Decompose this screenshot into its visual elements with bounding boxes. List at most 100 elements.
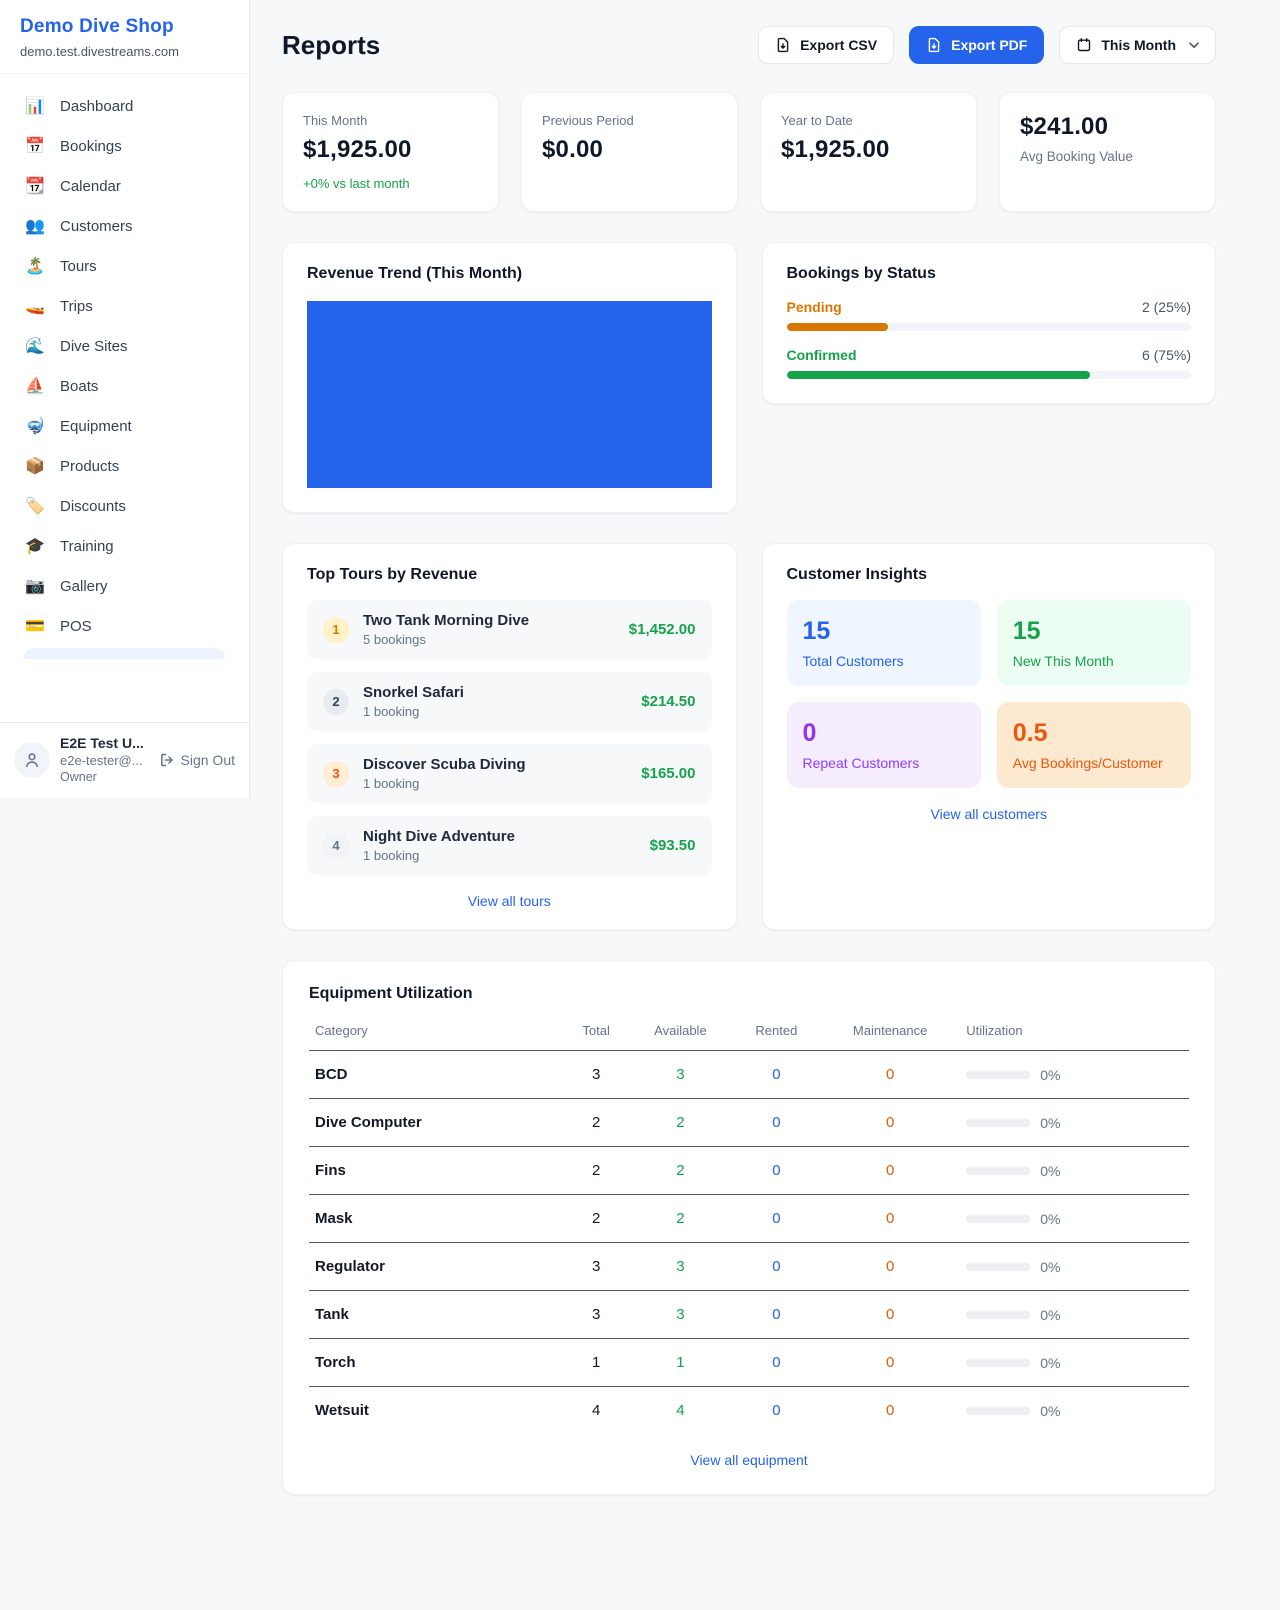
tile-total-customers: 15 Total Customers [787, 600, 981, 686]
tour-list: 1 Two Tank Morning Dive 5 bookings $1,45… [307, 600, 712, 875]
cell-rented: 0 [733, 1243, 820, 1291]
stat-value: $1,925.00 [781, 136, 956, 164]
sidebar-item-products[interactable]: 📦 Products [12, 446, 237, 486]
column-header-utilization: Utilization [960, 1009, 1189, 1051]
cell-category: Dive Computer [309, 1099, 564, 1147]
top-tours-card: Top Tours by Revenue 1 Two Tank Morning … [282, 543, 737, 930]
cell-category: Wetsuit [309, 1387, 564, 1435]
logout-icon [159, 752, 175, 768]
stat-label: This Month [303, 113, 478, 128]
table-row: Fins 2 2 0 0 0% [309, 1147, 1189, 1195]
sidebar-item-gallery[interactable]: 📷 Gallery [12, 566, 237, 606]
tour-name: Two Tank Morning Dive [363, 612, 615, 629]
view-all-equipment-link[interactable]: View all equipment [309, 1452, 1189, 1468]
sidebar-item-equipment[interactable]: 🤿 Equipment [12, 406, 237, 446]
nav-label: Dive Sites [60, 338, 128, 355]
sidebar-user-footer: E2E Test U... e2e-tester@... Owner Sign … [0, 722, 249, 798]
cell-category: Fins [309, 1147, 564, 1195]
status-label: Confirmed [787, 347, 857, 363]
cell-rented: 0 [733, 1099, 820, 1147]
sidebar-item-boats[interactable]: ⛵ Boats [12, 366, 237, 406]
nav-label: Equipment [60, 418, 132, 435]
export-csv-label: Export CSV [800, 37, 877, 53]
view-all-tours-link[interactable]: View all tours [307, 893, 712, 909]
utilization-text: 0% [1040, 1259, 1060, 1275]
utilization-text: 0% [1040, 1355, 1060, 1371]
training-icon: 🎓 [24, 536, 46, 556]
sidebar-item-reports-active-clipped[interactable] [24, 648, 225, 659]
status-label: Pending [787, 299, 842, 315]
avatar [14, 742, 50, 778]
user-meta: E2E Test U... e2e-tester@... Owner [60, 735, 149, 784]
tile-label: Repeat Customers [803, 755, 965, 771]
chevron-down-icon [1189, 42, 1199, 49]
stat-value: $0.00 [542, 136, 717, 164]
utilization-text: 0% [1040, 1211, 1060, 1227]
sidebar-item-dashboard[interactable]: 📊 Dashboard [12, 86, 237, 126]
cell-available: 2 [628, 1147, 733, 1195]
sign-out-button[interactable]: Sign Out [159, 752, 235, 768]
tour-bookings: 1 booking [363, 848, 636, 863]
sidebar-item-tours[interactable]: 🏝️ Tours [12, 246, 237, 286]
document-download-icon [775, 37, 791, 53]
stat-card-avg-booking-value: $241.00 Avg Booking Value [999, 92, 1216, 212]
export-csv-button[interactable]: Export CSV [758, 26, 894, 64]
sidebar: Demo Dive Shop demo.test.divestreams.com… [0, 0, 250, 798]
user-email: e2e-tester@... [60, 753, 149, 768]
cell-category: BCD [309, 1051, 564, 1099]
cell-rented: 0 [733, 1195, 820, 1243]
tour-revenue: $165.00 [641, 765, 695, 782]
sidebar-item-customers[interactable]: 👥 Customers [12, 206, 237, 246]
app-root: Demo Dive Shop demo.test.divestreams.com… [0, 0, 1280, 1610]
period-select[interactable]: This Month [1059, 26, 1216, 64]
column-header-maintenance: Maintenance [820, 1009, 960, 1051]
tours-icon: 🏝️ [24, 256, 46, 276]
cell-maintenance: 0 [820, 1339, 960, 1387]
cell-maintenance: 0 [820, 1051, 960, 1099]
table-row: Tank 3 3 0 0 0% [309, 1291, 1189, 1339]
sidebar-item-pos[interactable]: 💳 POS [12, 606, 237, 646]
tour-row: 2 Snorkel Safari 1 booking $214.50 [307, 672, 712, 731]
cell-total: 2 [564, 1099, 628, 1147]
cell-total: 3 [564, 1051, 628, 1099]
stat-label: Previous Period [542, 113, 717, 128]
column-header-category: Category [309, 1009, 564, 1051]
table-row: Mask 2 2 0 0 0% [309, 1195, 1189, 1243]
utilization-text: 0% [1040, 1163, 1060, 1179]
tile-repeat-customers: 0 Repeat Customers [787, 702, 981, 788]
customer-insights-card: Customer Insights 15 Total Customers 15 … [762, 543, 1217, 930]
tile-value: 0 [803, 719, 965, 748]
rank-badge: 2 [323, 689, 349, 715]
sidebar-item-trips[interactable]: 🚤 Trips [12, 286, 237, 326]
cell-utilization: 0% [960, 1051, 1189, 1099]
cell-total: 4 [564, 1387, 628, 1435]
boats-icon: ⛵ [24, 376, 46, 396]
document-download-icon [926, 37, 942, 53]
sidebar-nav: 📊 Dashboard 📅 Bookings 📆 Calendar 👥 Cust… [0, 74, 249, 659]
sidebar-item-dive-sites[interactable]: 🌊 Dive Sites [12, 326, 237, 366]
export-pdf-button[interactable]: Export PDF [909, 26, 1044, 64]
equipment-utilization-card: Equipment Utilization Category Total Ava… [282, 960, 1216, 1495]
column-header-total: Total [564, 1009, 628, 1051]
insights-row: Top Tours by Revenue 1 Two Tank Morning … [282, 543, 1216, 930]
cell-rented: 0 [733, 1387, 820, 1435]
cell-category: Mask [309, 1195, 564, 1243]
cell-maintenance: 0 [820, 1099, 960, 1147]
sidebar-item-bookings[interactable]: 📅 Bookings [12, 126, 237, 166]
view-all-customers-link[interactable]: View all customers [787, 806, 1192, 822]
tile-value: 15 [1013, 617, 1175, 646]
sidebar-item-training[interactable]: 🎓 Training [12, 526, 237, 566]
cell-total: 2 [564, 1147, 628, 1195]
sidebar-item-discounts[interactable]: 🏷️ Discounts [12, 486, 237, 526]
discounts-icon: 🏷️ [24, 496, 46, 516]
utilization-bar [966, 1215, 1030, 1223]
nav-label: Training [60, 538, 114, 555]
trips-icon: 🚤 [24, 296, 46, 316]
stat-label: Avg Booking Value [1020, 149, 1195, 164]
dive-sites-icon: 🌊 [24, 336, 46, 356]
tile-avg-bookings-customer: 0.5 Avg Bookings/Customer [997, 702, 1191, 788]
cell-available: 3 [628, 1291, 733, 1339]
sidebar-item-calendar[interactable]: 📆 Calendar [12, 166, 237, 206]
cell-category: Regulator [309, 1243, 564, 1291]
main-content: Reports Export CSV Export PDF [250, 0, 1280, 1535]
